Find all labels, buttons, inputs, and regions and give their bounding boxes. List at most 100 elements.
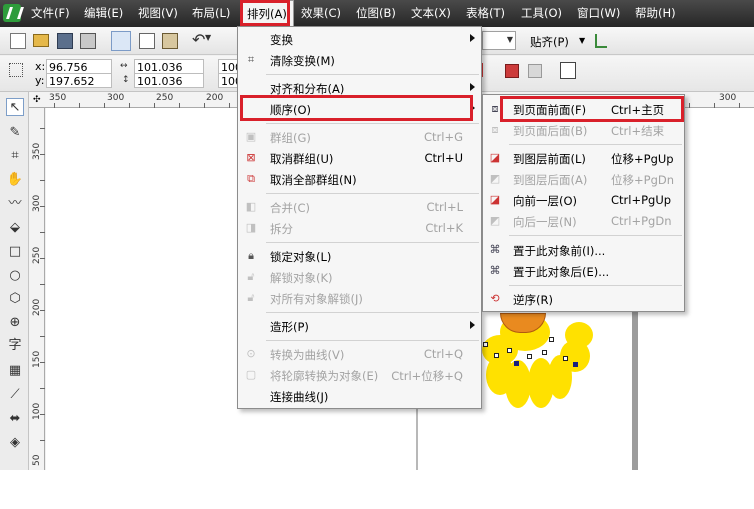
submenu-item-to-page-back[interactable]: ⧈ 到页面后面(B) Ctrl+结束	[483, 120, 684, 141]
scale-width-field[interactable]: 100	[218, 59, 242, 74]
node-handle[interactable]	[527, 354, 532, 359]
snap-to-button[interactable]: 贴齐(P)	[530, 34, 569, 50]
submenu-item-to-layer-front[interactable]: ◪ 到图层前面(L) 位移+PgUp	[483, 148, 684, 169]
menu-item-outline-to-object[interactable]: ▢ 将轮廓转换为对象(E) Ctrl+位移+Q	[238, 365, 481, 386]
node-handle[interactable]	[549, 337, 554, 342]
menu-separator	[266, 74, 479, 75]
menu-bitmaps[interactable]: 位图(B)	[356, 0, 396, 27]
menu-layout[interactable]: 布局(L)	[192, 0, 230, 27]
menu-view[interactable]: 视图(V)	[138, 0, 178, 27]
polygon-tool-icon[interactable]: ⬡	[6, 290, 24, 308]
submenu-item-reverse-order[interactable]: ⟲ 逆序(R)	[483, 289, 684, 310]
menu-item-label: 向前一层(O)	[513, 194, 578, 208]
height-field[interactable]: 101.036 mm	[134, 73, 204, 103]
fill-tool-icon[interactable]: ◈	[6, 434, 24, 452]
menu-item-convert-to-curves[interactable]: ⊙ 转换为曲线(V) Ctrl+Q	[238, 344, 481, 365]
zoom-level-combo[interactable]	[482, 31, 516, 50]
menu-item-clear-transform[interactable]: ⌗ 清除变换(M)	[238, 50, 481, 71]
submenu-arrow-icon	[470, 321, 475, 329]
reference-point-icon[interactable]	[9, 63, 23, 77]
menu-item-lock-object[interactable]: 🔒︎ 锁定对象(L)	[238, 246, 481, 267]
menu-window[interactable]: 窗口(W)	[577, 0, 620, 27]
menu-edit[interactable]: 编辑(E)	[84, 0, 123, 27]
save-icon[interactable]	[57, 33, 73, 49]
snap-dropdown-icon[interactable]: ▼	[579, 36, 585, 45]
dimension-tool-icon[interactable]: ⟋	[6, 386, 24, 404]
menu-item-label: 造形(P)	[270, 320, 309, 334]
new-document-icon[interactable]	[10, 33, 26, 49]
menu-item-shortcut: Ctrl+L	[426, 200, 463, 214]
ruler-origin-icon[interactable]: ✣	[33, 95, 41, 105]
shape-tool-icon[interactable]: ✎	[6, 124, 24, 142]
submenu-item-back-one[interactable]: ◩ 向后一层(N) Ctrl+PgDn	[483, 211, 684, 232]
menu-item-label: 取消全部群组(N)	[270, 173, 357, 187]
basic-shapes-tool-icon[interactable]: ⊕	[6, 314, 24, 332]
freehand-tool-icon[interactable]: 〰	[6, 195, 24, 213]
menu-item-ungroup-all[interactable]: ⧉ 取消全部群组(N)	[238, 169, 481, 190]
menu-item-shaping[interactable]: 造形(P)	[238, 316, 481, 337]
table-tool-icon[interactable]: ▦	[6, 362, 24, 380]
submenu-item-in-front-of[interactable]: ⌘ 置于此对象前(I)...	[483, 240, 684, 261]
align-toolbar-icon[interactable]	[560, 62, 576, 79]
node-handle[interactable]	[542, 350, 547, 355]
in-front-of-icon: ⌘	[489, 243, 501, 256]
text-tool-icon[interactable]: 字	[6, 337, 24, 355]
menu-item-transform[interactable]: 变换	[238, 29, 481, 50]
ruler-label: 100	[32, 402, 42, 420]
y-position-field[interactable]: 197.652 mm	[46, 73, 112, 103]
menu-item-label: 变换	[270, 33, 293, 47]
menu-effects[interactable]: 效果(C)	[301, 0, 341, 27]
node-handle[interactable]	[514, 361, 519, 366]
to-back-toolbar-icon[interactable]	[505, 64, 519, 78]
open-folder-icon[interactable]	[33, 34, 49, 47]
scale-height-field[interactable]: 100	[218, 73, 242, 88]
menu-tools[interactable]: 工具(O)	[521, 0, 562, 27]
print-icon[interactable]	[80, 33, 96, 49]
pick-tool-icon[interactable]: ↖	[6, 98, 24, 116]
menu-item-join-curves[interactable]: 连接曲线(J)	[238, 386, 481, 407]
copy-icon[interactable]	[139, 33, 155, 49]
menu-item-label: 锁定对象(L)	[270, 250, 332, 264]
undo-dropdown-icon[interactable]: ▼	[205, 33, 211, 42]
width-field[interactable]: 101.036 mm	[134, 59, 204, 89]
node-handle[interactable]	[563, 356, 568, 361]
node-handle[interactable]	[483, 342, 488, 347]
menu-file[interactable]: 文件(F)	[31, 0, 70, 27]
submenu-item-behind[interactable]: ⌘ 置于此对象后(E)...	[483, 261, 684, 282]
smart-fill-tool-icon[interactable]: ⬙	[6, 219, 24, 237]
menu-item-group[interactable]: ▣ 群组(G) Ctrl+G	[238, 127, 481, 148]
order-submenu: ⧈ 到页面前面(F) Ctrl+主页 ⧈ 到页面后面(B) Ctrl+结束 ◪ …	[482, 94, 685, 312]
menu-item-combine[interactable]: ◧ 合并(C) Ctrl+L	[238, 197, 481, 218]
snap-settings-icon[interactable]	[595, 34, 607, 48]
submenu-item-to-layer-back[interactable]: ◩ 到图层后面(A) 位移+PgDn	[483, 169, 684, 190]
pan-tool-icon[interactable]: ✋	[6, 171, 24, 189]
combine-toolbar-icon[interactable]	[528, 64, 542, 78]
ellipse-tool-icon[interactable]: ○	[6, 267, 24, 285]
menu-text[interactable]: 文本(X)	[411, 0, 451, 27]
node-handle[interactable]	[494, 353, 499, 358]
node-handle[interactable]	[573, 362, 578, 367]
combine-icon: ◧	[245, 200, 257, 213]
ruler-label: 350	[49, 93, 67, 103]
back-one-icon: ◩	[489, 214, 501, 227]
menu-item-shortcut: Ctrl+U	[424, 151, 463, 165]
crop-tool-icon[interactable]: ⌗	[6, 147, 24, 165]
cut-icon[interactable]	[111, 31, 131, 51]
width-icon: ↔	[120, 61, 128, 71]
undo-icon[interactable]: ↶	[192, 30, 205, 49]
menu-table[interactable]: 表格(T)	[466, 0, 505, 27]
vertical-ruler[interactable]: 350 300 250 200 150 100 50	[29, 108, 45, 470]
ruler-label: 300	[32, 194, 42, 212]
node-handle[interactable]	[507, 348, 512, 353]
connector-tool-icon[interactable]: ⬌	[6, 410, 24, 428]
menu-help[interactable]: 帮助(H)	[635, 0, 676, 27]
submenu-item-forward-one[interactable]: ◪ 向前一层(O) Ctrl+PgUp	[483, 190, 684, 211]
menu-item-ungroup[interactable]: ⊠ 取消群组(U) Ctrl+U	[238, 148, 481, 169]
menu-item-break-apart[interactable]: ◨ 拆分 Ctrl+K	[238, 218, 481, 239]
menu-item-unlock-object[interactable]: 🔓︎ 解锁对象(K)	[238, 267, 481, 288]
paste-icon[interactable]	[162, 33, 178, 49]
ruler-label: 250	[32, 246, 42, 264]
x-position-field[interactable]: 96.756 mm	[46, 59, 112, 89]
rectangle-tool-icon[interactable]: □	[6, 243, 24, 261]
menu-item-unlock-all[interactable]: 🔓︎ 对所有对象解锁(J)	[238, 288, 481, 309]
